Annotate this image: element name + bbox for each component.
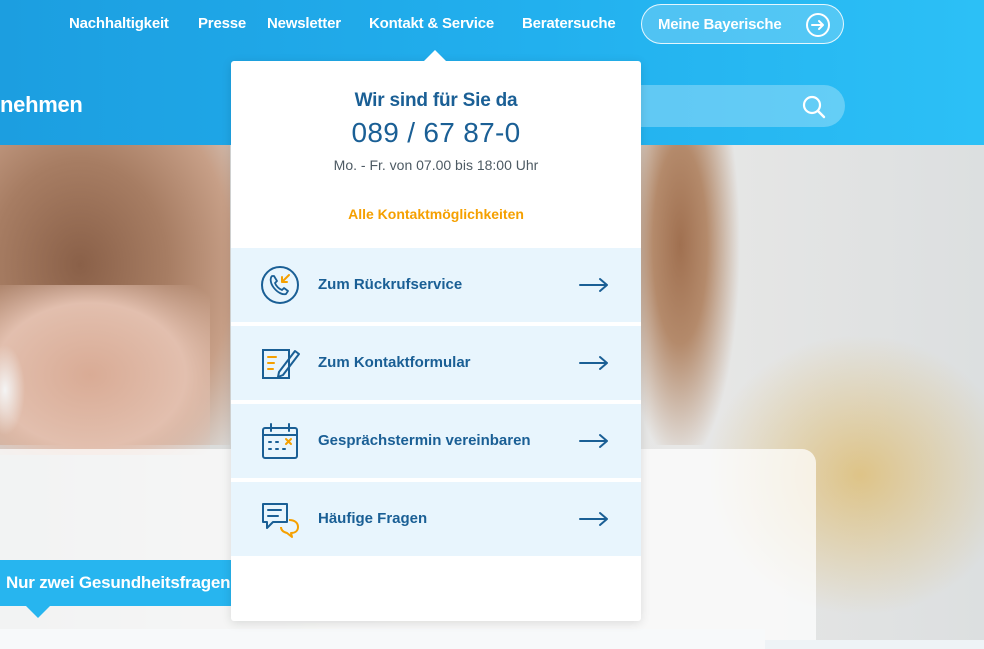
search-icon[interactable] [801, 94, 827, 125]
nav-link-kontakt-service[interactable]: Kontakt & Service [369, 15, 494, 32]
hero-photo-hair-right [640, 145, 750, 445]
login-button-label: Meine Bayerische [658, 16, 782, 33]
hotline-phone-number[interactable]: 089 / 67 87-0 [231, 117, 641, 149]
contact-form-icon [259, 342, 301, 384]
dropdown-item-callback[interactable]: Zum Rückrufservice [231, 248, 641, 322]
dropdown-item-contact-form[interactable]: Zum Kontaktformular [231, 326, 641, 400]
dropdown-item-label: Zum Rückrufservice [318, 276, 463, 293]
meine-bayerische-login-button[interactable]: Meine Bayerische [641, 4, 844, 44]
calendar-icon [259, 420, 301, 462]
nav-link-presse[interactable]: Presse [198, 15, 246, 32]
promo-tag: Nur zwei Gesundheitsfragen [0, 560, 250, 606]
login-arrow-icon [805, 12, 831, 43]
callback-phone-icon [259, 264, 301, 306]
arrow-right-icon [579, 432, 609, 455]
dropdown-item-faq[interactable]: Häufige Fragen [231, 482, 641, 556]
header-heading-fragment: nehmen [0, 92, 83, 117]
opening-hours: Mo. - Fr. von 07.00 bis 18:00 Uhr [333, 157, 539, 173]
nav-link-beratersuche[interactable]: Beratersuche [522, 15, 616, 32]
promo-tag-text: Nur zwei Gesundheitsfragen [6, 573, 231, 592]
all-contact-options-link[interactable]: Alle Kontaktmöglichkeiten [231, 206, 641, 222]
nav-link-nachhaltigkeit[interactable]: Nachhaltigkeit [69, 15, 169, 32]
dropdown-item-label: Gesprächstermin vereinbaren [318, 432, 531, 449]
hero-photo-face [0, 285, 210, 455]
arrow-right-icon [579, 510, 609, 533]
arrow-right-icon [579, 354, 609, 377]
hero-photo-highlight [0, 345, 30, 435]
dropdown-item-label: Zum Kontaktformular [318, 354, 471, 371]
dropdown-caret [424, 50, 446, 61]
content-card-inner [0, 629, 765, 649]
nav-link-newsletter[interactable]: Newsletter [267, 15, 341, 32]
contact-service-dropdown: Wir sind für Sie da 089 / 67 87-0 Mo. - … [231, 61, 641, 621]
faq-chat-icon [259, 498, 301, 540]
dropdown-title: Wir sind für Sie da [354, 90, 518, 111]
dropdown-item-label: Häufige Fragen [318, 510, 428, 527]
arrow-right-icon [579, 276, 609, 299]
dropdown-item-appointment[interactable]: Gesprächstermin vereinbaren [231, 404, 641, 478]
